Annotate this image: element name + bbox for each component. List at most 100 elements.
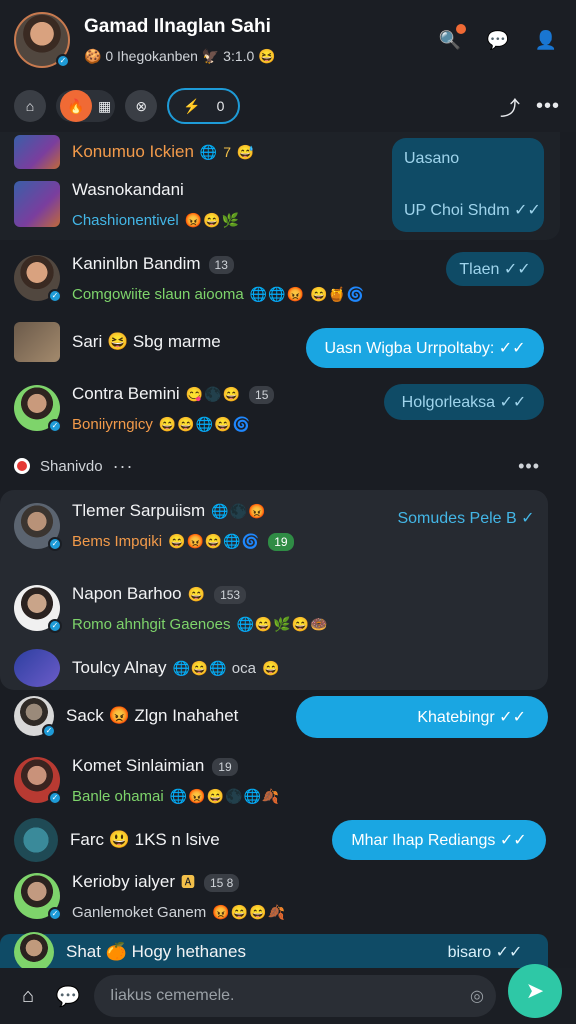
chat-emojis: 😡😄🌿 — [184, 211, 241, 228]
divider-more-icon[interactable]: ••• — [518, 456, 540, 477]
chat-name: Kaninlbn Bandim — [72, 253, 201, 273]
count-badge: 13 — [208, 255, 234, 274]
verified-icon: ✓ — [48, 619, 62, 633]
chat-nav-icon[interactable]: 💬 — [54, 984, 82, 1009]
list-item[interactable]: ✓ Kerioby ialyer 🅰 15 8 Ganlemoket Ganem 😡😄… — [0, 866, 576, 926]
message-bubble[interactable]: Tlaen ✓✓ — [446, 252, 544, 286]
profile-avatar[interactable]: ✓ — [14, 12, 70, 68]
message-bubble[interactable]: Uasn Wigba Urrpoltaby: ✓✓ — [306, 328, 544, 368]
count-badge: 19 — [268, 533, 294, 551]
fire-icon[interactable]: 🔥 — [60, 90, 92, 122]
chat-icon[interactable]: 💬 — [482, 24, 514, 56]
chat-emojis: 🌐😡😄🌑🌐🍂 — [169, 787, 281, 804]
chat-name: Shat 🍊 Hogy hethanes — [66, 942, 246, 961]
avatar: ✓ — [14, 696, 56, 738]
close-icon: ⊗ — [135, 97, 148, 114]
chat-preview: Chashionentivel — [72, 211, 179, 229]
emoji-picker-icon[interactable]: ◎ — [470, 986, 484, 1006]
group-avatar — [14, 181, 60, 227]
grid-icon[interactable]: ▦ — [98, 98, 111, 115]
count-badge: 15 — [249, 385, 275, 404]
chat-name: Sack 😡 Zlgn Inahahet — [66, 706, 239, 725]
tile-title: Uasano — [404, 150, 460, 167]
compose-icon: ➤ — [525, 978, 545, 1003]
conversation-feed[interactable]: Konumuo Ickien 🌐 7 😅 Wasnokandani Chashio… — [0, 132, 576, 968]
chat-emojis: 😡😄😄🍂 — [212, 903, 286, 920]
app-header: ✓ Gamad Ilnaglan Sahi 🍪 0 Ihegokanben 🦅 … — [0, 0, 576, 80]
home-nav-icon[interactable]: ⌂ — [14, 985, 42, 1008]
section-divider[interactable]: Shanivdo ··· ••• — [0, 444, 576, 488]
new-chat-button[interactable]: ➤ — [508, 964, 562, 1018]
chat-name: Sari 😆 Sbg marme — [72, 332, 221, 351]
home-button[interactable]: ⌂ — [14, 90, 46, 122]
message-bubble[interactable]: Khatebingr ✓✓ — [296, 696, 548, 738]
message-bubble[interactable]: Mhar Ihap Rediangs ✓✓ — [332, 820, 546, 860]
chat-emojis: 😄😄🌐😄🌀 — [158, 415, 252, 432]
chat-preview: oca — [231, 660, 256, 677]
message-bubble[interactable]: Somudes Pele B ✓ — [386, 504, 546, 532]
chat-emojis: 🌐😄🌿😄🍩 — [236, 615, 329, 632]
chat-name: Napon Barhoo — [72, 583, 182, 603]
chat-name: Farc 😃 1KS n lsive — [70, 830, 220, 849]
avatar: ✓ — [14, 873, 62, 921]
chat-name: Komet Sinlaimian — [72, 755, 205, 775]
verified-icon: ✓ — [48, 907, 62, 921]
verified-icon: ✓ — [56, 54, 70, 68]
chat-preview: Romo ahnhgit Gaenoes — [72, 615, 231, 633]
chat-emojis: 🌐🌐😡 😄🍯🌀 — [249, 285, 366, 302]
message-composer[interactable]: Iiakus cememele. ◎ — [94, 975, 496, 1017]
search-icon[interactable]: 🔍 — [434, 24, 466, 56]
message-tile[interactable]: Uasano UP Choi Shdm ✓✓ — [392, 138, 544, 232]
message-bubble[interactable]: Holgorleaksa ✓✓ — [384, 384, 544, 420]
verified-icon: ✓ — [42, 724, 56, 738]
avatar — [14, 932, 54, 968]
avatar — [14, 322, 60, 362]
chat-preview: Comgowiite slaun aiooma — [72, 285, 244, 303]
avatar: ✓ — [14, 503, 62, 551]
more-options-icon[interactable]: ••• — [534, 95, 562, 118]
notification-dot — [456, 24, 466, 34]
filter-toolbar: ⌂ 🔥 ▦ ⊗ ⚡ 0 ⤴ ••• — [0, 80, 576, 132]
list-item[interactable]: ✓ Napon Barhoo 😄 153 Romo ahnhgit Gaenoes 🌐… — [0, 578, 576, 638]
count-badge: 15 8 — [204, 873, 240, 892]
active-tab-count: 0 — [216, 98, 225, 114]
header-title: Gamad Ilnaglan Sahi — [84, 15, 271, 37]
account-icon[interactable]: 👤 — [530, 24, 562, 56]
verified-icon: ✓ — [48, 289, 62, 303]
chat-preview: Banle ohamai — [72, 787, 164, 805]
chat-name: Wasnokandani — [72, 179, 184, 199]
name-emojis: 🌐🌑😡 — [211, 503, 267, 519]
group-avatar — [14, 135, 60, 169]
avatar — [14, 818, 58, 862]
composer-placeholder: Iiakus cememele. — [110, 987, 235, 1004]
avatar: ✓ — [14, 757, 62, 805]
chat-name: Toulcy Alnay — [72, 658, 167, 677]
chat-preview: Bems Impqiki — [72, 533, 163, 550]
avatar: ✓ — [14, 585, 62, 633]
divider-label: Shanivdo — [40, 457, 103, 475]
verified-icon: ✓ — [48, 419, 62, 433]
active-filter-tab[interactable]: ⚡ 0 — [167, 88, 241, 124]
more-icon[interactable]: ··· — [113, 456, 134, 477]
verified-icon: ✓ — [48, 791, 62, 805]
close-filter-button[interactable]: ⊗ — [125, 90, 158, 122]
list-item[interactable]: ✓ Komet Sinlaimian 19 Banle ohamai 🌐😡😄🌑🌐🍂 — [0, 750, 576, 810]
name-emojis: 🌐😄🌐 — [172, 660, 228, 676]
list-item[interactable]: Toulcy Alnay 🌐😄🌐 oca 😄 — [0, 648, 576, 688]
home-icon: ⌂ — [25, 98, 35, 114]
message-bubble[interactable]: bisaro ✓✓ — [430, 938, 540, 966]
chat-preview: Boniiyrngicy — [72, 415, 153, 433]
count-badge: 153 — [214, 585, 247, 604]
count-badge: 19 — [212, 757, 238, 776]
share-icon[interactable]: ⤴ — [496, 92, 524, 121]
avatar — [14, 649, 60, 687]
chat-name: Tlemer Sarpuiism — [72, 501, 206, 520]
chat-emojis: 🌐 7 😅 — [199, 144, 256, 160]
header-subtitle: 🍪 0 Ihegokanben 🦅 3:1.0 😆 — [84, 47, 276, 64]
chat-name: Contra Bemini — [72, 383, 180, 403]
name-emojis: 🅰 — [181, 873, 196, 890]
chat-preview: Ganlemoket Ganem — [72, 903, 207, 921]
filter-group[interactable]: 🔥 ▦ — [56, 90, 116, 122]
chat-emojis: 😄 — [261, 660, 281, 676]
chat-name: Kerioby ialyer — [72, 871, 175, 891]
